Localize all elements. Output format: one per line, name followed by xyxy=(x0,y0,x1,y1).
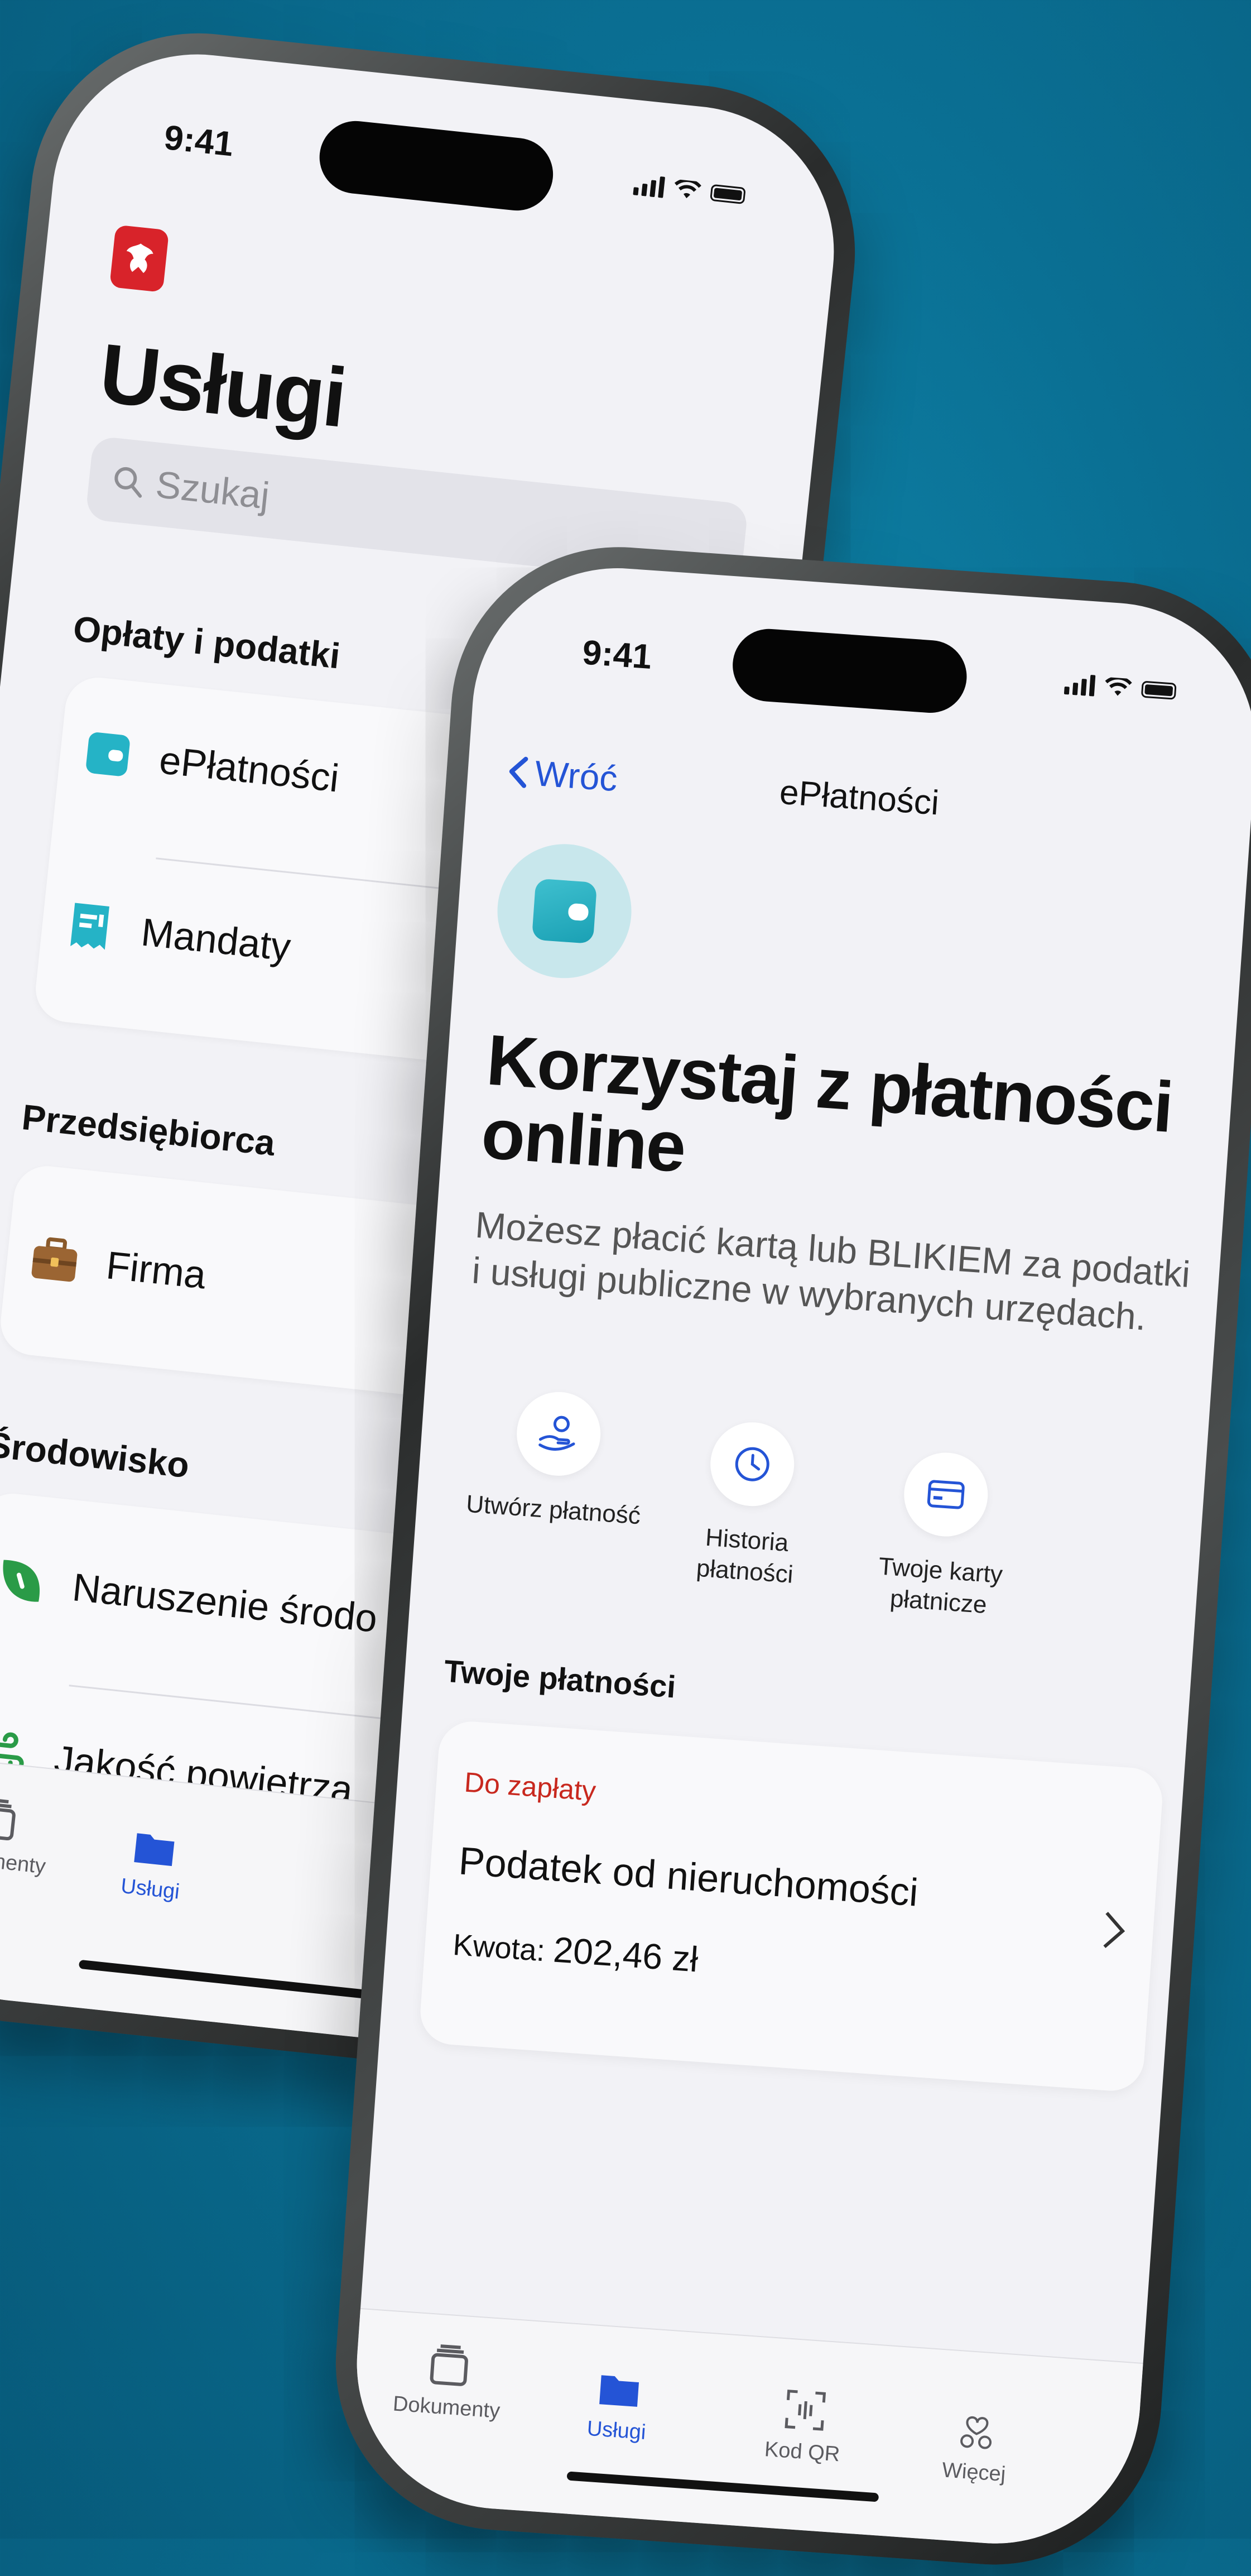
dynamic-island xyxy=(730,626,969,716)
wifi-icon xyxy=(674,179,701,199)
tab-label: Kod QR xyxy=(763,2438,841,2467)
tab-label: Usługi xyxy=(586,2416,647,2445)
list-item-environment-violation[interactable]: Naruszenie środo xyxy=(0,1554,380,1644)
amount-label: Kwota: xyxy=(451,1927,546,1968)
tab-label: Dokumenty xyxy=(0,1844,47,1879)
action-bubble xyxy=(708,1419,797,1509)
tab-label: Usługi xyxy=(119,1874,181,1904)
nav-title: ePłatności xyxy=(778,773,941,823)
leaf-icon xyxy=(3,1560,40,1602)
action-label: Historia płatności xyxy=(695,1523,795,1589)
search-icon xyxy=(114,467,142,498)
payment-card[interactable]: Do zapłaty Podatek od nieruchomości Kwot… xyxy=(418,1719,1165,2093)
list-item-label: ePłatności xyxy=(157,738,341,800)
eagle-logo-icon xyxy=(109,224,170,292)
home-indicator xyxy=(566,2471,879,2502)
home-indicator xyxy=(78,1959,391,2002)
qr-code-icon xyxy=(785,2390,826,2431)
clock-icon xyxy=(735,1447,769,1481)
hero-icon-circle xyxy=(493,840,636,983)
payment-cards-button[interactable]: Twoje karty płatnicze xyxy=(845,1446,1041,1624)
status-icons xyxy=(1064,673,1177,702)
phone-front: 9:41 Wróć ePłatności Korzystaj z płatnoś… xyxy=(324,536,1251,2576)
tab-documents[interactable]: Dokumenty xyxy=(0,1792,52,1879)
wallet-icon xyxy=(531,878,598,944)
section-label-environment: Środowisko xyxy=(0,1424,191,1486)
folder-icon xyxy=(134,1833,175,1867)
status-time: 9:41 xyxy=(581,633,653,677)
signal-icon xyxy=(633,174,666,198)
payment-name: Podatek od nieruchomości xyxy=(457,1839,920,1915)
payments-section-title: Twoje płatności xyxy=(442,1653,677,1705)
search-placeholder: Szukaj xyxy=(153,463,272,517)
page-title: Usługi xyxy=(95,325,350,445)
card-icon xyxy=(927,1480,965,1509)
wifi-icon xyxy=(1105,677,1132,696)
tab-services[interactable]: Usługi xyxy=(119,1822,186,1904)
lead-text: Możesz płacić kartą lub BLIKIEM za podat… xyxy=(470,1203,1192,1338)
list-item-label: Mandaty xyxy=(139,910,293,970)
hand-coin-icon xyxy=(538,1416,575,1451)
more-icon xyxy=(960,2416,992,2449)
payment-amount: Kwota: 202,46 zł xyxy=(452,1922,700,1980)
status-time: 9:41 xyxy=(162,118,235,164)
list-item-epayments[interactable]: ePłatności xyxy=(80,727,341,804)
section-label-fees: Opłaty i podatki xyxy=(71,608,342,677)
tab-services[interactable]: Usługi xyxy=(586,2364,650,2445)
battery-icon xyxy=(1141,680,1177,700)
signal-icon xyxy=(1064,673,1096,697)
chevron-right-icon xyxy=(1089,1912,1125,1949)
front-screen: 9:41 Wróć ePłatności Korzystaj z płatnoś… xyxy=(347,558,1251,2554)
list-item-company[interactable]: Firma xyxy=(27,1232,209,1301)
list-item-label: Naruszenie środo xyxy=(70,1565,379,1640)
amount-value: 202,46 zł xyxy=(552,1929,700,1980)
action-label: Twoje karty płatnicze xyxy=(878,1552,1004,1619)
list-item-fines[interactable]: Mandaty xyxy=(62,899,293,972)
section-label-entrepreneur: Przedsiębiorca xyxy=(20,1096,277,1164)
tab-qr-code[interactable]: Kod QR xyxy=(764,2385,844,2467)
tab-label: Więcej xyxy=(941,2458,1007,2487)
action-bubble xyxy=(901,1450,991,1539)
tab-label: Dokumenty xyxy=(392,2392,501,2423)
briefcase-icon xyxy=(31,1237,78,1282)
battery-icon xyxy=(710,184,746,205)
dynamic-island xyxy=(316,117,557,214)
ticket-icon xyxy=(70,903,109,950)
status-icons xyxy=(633,174,746,207)
action-label: Utwórz płatność xyxy=(465,1490,642,1530)
tab-bar: Dokumenty Usługi Kod QR Więcej xyxy=(347,2308,1143,2554)
list-item-label: Firma xyxy=(104,1243,208,1297)
documents-icon xyxy=(430,2344,468,2386)
wallet-icon xyxy=(86,732,130,776)
headline: Korzystaj z płatności online xyxy=(479,1020,1175,1188)
tab-more[interactable]: Więcej xyxy=(941,2406,1010,2487)
tab-documents[interactable]: Dokumenty xyxy=(392,2340,504,2424)
payment-history-button[interactable]: Historia płatności xyxy=(652,1416,847,1594)
folder-icon xyxy=(599,2375,639,2407)
action-bubble xyxy=(514,1389,604,1479)
status-badge: Do zapłaty xyxy=(463,1766,597,1807)
documents-icon xyxy=(0,1798,16,1841)
create-payment-button[interactable]: Utwórz płatność xyxy=(460,1386,653,1532)
